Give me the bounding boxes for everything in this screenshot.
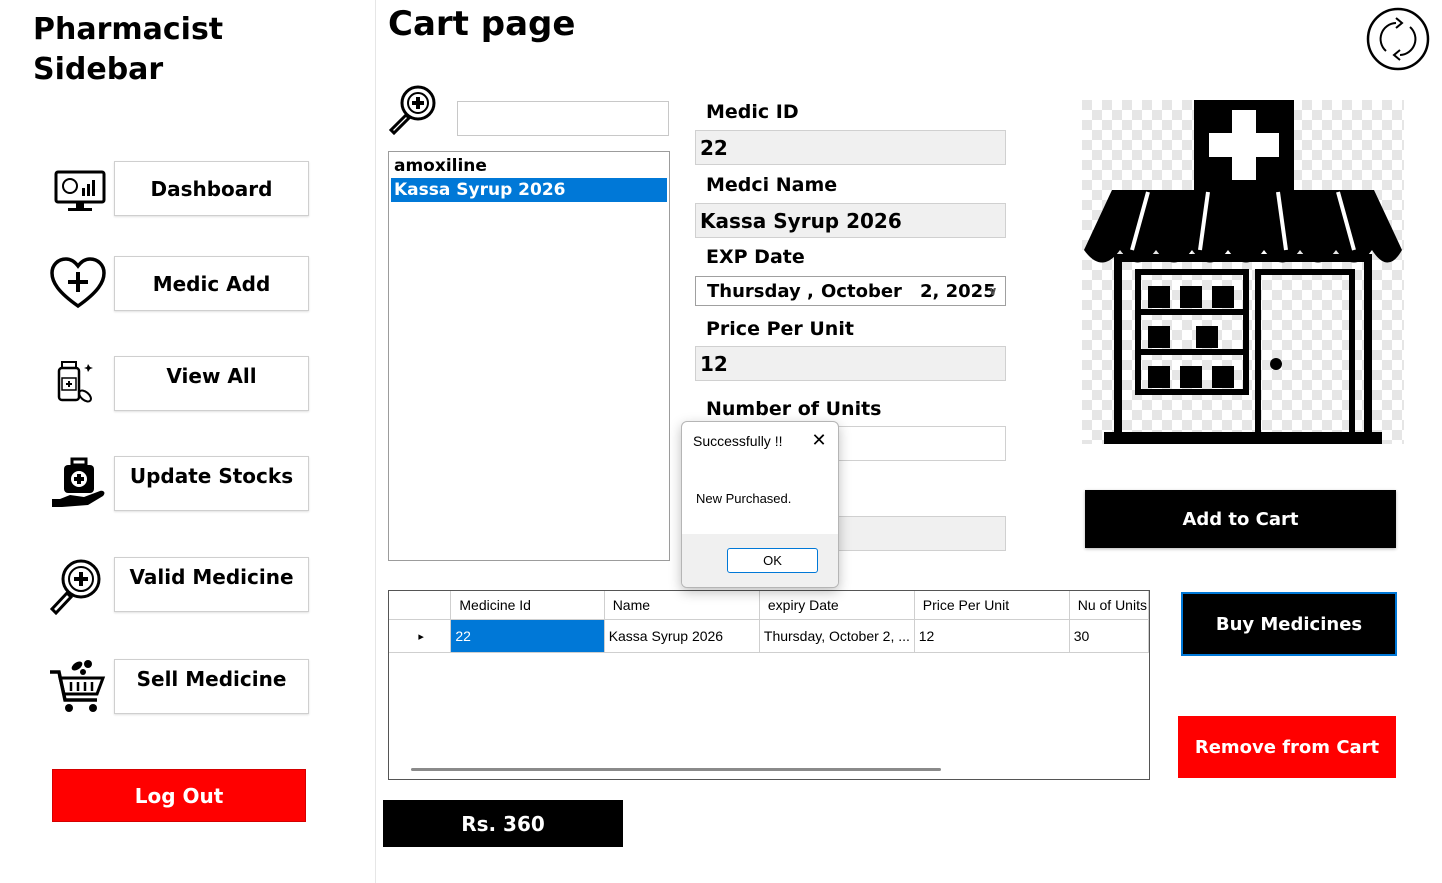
medic-name-field[interactable]: Kassa Syrup 2026 bbox=[695, 203, 1006, 238]
table-row[interactable]: ▸ 22 Kassa Syrup 2026 Thursday, October … bbox=[389, 619, 1149, 653]
buy-medicines-label: Buy Medicines bbox=[1215, 613, 1363, 635]
grid-column-header[interactable]: Price Per Unit bbox=[914, 591, 1070, 620]
sidebar-item-label: Medic Add bbox=[152, 272, 271, 296]
ok-button[interactable]: OK bbox=[727, 548, 818, 573]
heart-plus-icon bbox=[48, 254, 108, 314]
list-item[interactable]: amoxiline bbox=[391, 154, 667, 178]
remove-from-cart-label: Remove from Cart bbox=[1194, 736, 1380, 758]
grid-cell[interactable]: 22 bbox=[450, 619, 605, 653]
sidebar: Pharmacist Sidebar Dashboard Medic Add V… bbox=[0, 0, 376, 883]
logout-label: Log Out bbox=[134, 783, 224, 808]
magnifier-plus-icon bbox=[47, 555, 107, 616]
grid-column-header[interactable]: Medicine Id bbox=[450, 591, 605, 620]
sidebar-item-update-stocks[interactable]: Update Stocks bbox=[114, 456, 309, 511]
chevron-down-icon[interactable]: ∨ bbox=[988, 284, 998, 298]
exp-date-month: October bbox=[821, 280, 902, 302]
total-amount-label: Rs. 360 bbox=[461, 811, 545, 836]
medicine-listbox[interactable]: amoxiline Kassa Syrup 2026 bbox=[388, 151, 670, 561]
pharmacy-store-icon bbox=[1082, 100, 1404, 448]
medic-id-field[interactable]: 22 bbox=[695, 130, 1006, 165]
close-icon[interactable]: ✕ bbox=[809, 431, 829, 451]
exp-date-picker[interactable]: Thursday , October 2, 2025 ∨ bbox=[695, 276, 1006, 306]
logout-button[interactable]: Log Out bbox=[52, 769, 306, 822]
medical-bag-hand-icon bbox=[48, 455, 108, 515]
sidebar-item-label: View All bbox=[166, 364, 257, 388]
grid-header-row: Medicine Id Name expiry Date Price Per U… bbox=[389, 591, 1149, 620]
sidebar-item-valid-medicine[interactable]: Valid Medicine bbox=[114, 557, 309, 612]
sidebar-item-label: Sell Medicine bbox=[136, 667, 287, 691]
shopping-cart-pills-icon bbox=[47, 656, 107, 716]
sidebar-item-sell-medicine[interactable]: Sell Medicine bbox=[114, 659, 309, 714]
price-field[interactable]: 12 bbox=[695, 346, 1006, 381]
ok-label: OK bbox=[763, 553, 782, 568]
grid-cell[interactable]: Thursday, October 2, ... bbox=[759, 619, 915, 653]
price-value: 12 bbox=[700, 351, 728, 376]
remove-from-cart-button[interactable]: Remove from Cart bbox=[1178, 716, 1396, 778]
sidebar-item-dashboard[interactable]: Dashboard bbox=[114, 161, 309, 216]
grid-column-header[interactable]: Name bbox=[604, 591, 760, 620]
message-dialog: Successfully !! ✕ New Purchased. OK bbox=[681, 421, 839, 588]
dashboard-monitor-icon bbox=[50, 160, 110, 220]
buy-medicines-button[interactable]: Buy Medicines bbox=[1181, 592, 1397, 656]
row-pointer-icon: ▸ bbox=[389, 619, 452, 653]
sidebar-item-label: Dashboard bbox=[150, 177, 273, 201]
dialog-title: Successfully !! bbox=[693, 433, 783, 449]
sidebar-item-label: Valid Medicine bbox=[129, 565, 294, 589]
exp-date-rest: 2, 2025 bbox=[920, 280, 996, 302]
medic-name-value: Kassa Syrup 2026 bbox=[700, 208, 902, 233]
sidebar-item-view-all[interactable]: View All bbox=[114, 356, 309, 411]
refresh-icon[interactable] bbox=[1366, 7, 1430, 71]
price-label: Price Per Unit bbox=[706, 318, 854, 340]
sidebar-item-medic-add[interactable]: Medic Add bbox=[114, 256, 309, 311]
sidebar-item-label: Update Stocks bbox=[129, 464, 294, 488]
search-input[interactable] bbox=[457, 101, 669, 136]
sidebar-title-line2: Sidebar bbox=[33, 52, 164, 87]
page-title: Cart page bbox=[388, 4, 576, 44]
add-to-cart-label: Add to Cart bbox=[1182, 508, 1299, 530]
sidebar-title-line1: Pharmacist bbox=[33, 12, 224, 47]
medic-id-value: 22 bbox=[700, 135, 728, 160]
grid-column-header[interactable]: Nu of Units bbox=[1069, 591, 1149, 620]
exp-date-label: EXP Date bbox=[706, 246, 805, 268]
search-magnifier-plus-icon[interactable] bbox=[387, 83, 439, 136]
medicine-bottle-icon bbox=[50, 358, 100, 408]
horizontal-scrollbar[interactable] bbox=[411, 768, 941, 771]
units-label: Number of Units bbox=[706, 398, 882, 420]
total-amount: Rs. 360 bbox=[383, 800, 623, 847]
dialog-message: New Purchased. bbox=[696, 491, 792, 506]
grid-cell[interactable]: 12 bbox=[914, 619, 1070, 653]
medic-name-label: Medci Name bbox=[706, 174, 838, 196]
exp-date-day: Thursday , bbox=[707, 280, 814, 302]
grid-row-header-corner bbox=[389, 591, 452, 620]
grid-cell[interactable]: 30 bbox=[1069, 619, 1149, 653]
cart-grid[interactable]: Medicine Id Name expiry Date Price Per U… bbox=[388, 590, 1150, 780]
grid-column-header[interactable]: expiry Date bbox=[759, 591, 915, 620]
list-item-selected[interactable]: Kassa Syrup 2026 bbox=[391, 178, 667, 202]
sidebar-title: Pharmacist Sidebar bbox=[33, 10, 223, 90]
grid-cell[interactable]: Kassa Syrup 2026 bbox=[604, 619, 760, 653]
add-to-cart-button[interactable]: Add to Cart bbox=[1085, 490, 1396, 548]
medic-id-label: Medic ID bbox=[706, 101, 799, 123]
